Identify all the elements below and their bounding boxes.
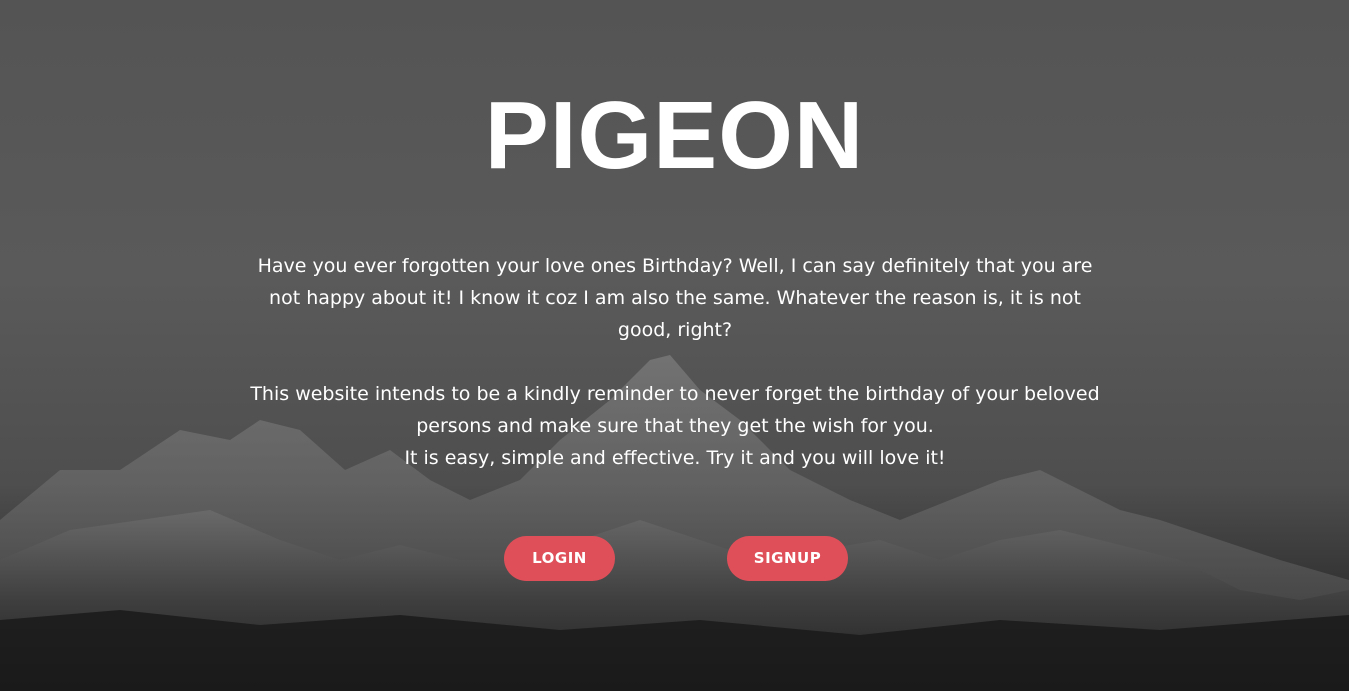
login-button[interactable]: LOGIN [504,536,615,581]
description-paragraph: This website intends to be a kindly remi… [240,378,1110,474]
description-line-1: This website intends to be a kindly remi… [250,383,1100,437]
intro-paragraph: Have you ever forgotten your love ones B… [257,255,1093,341]
site-title: PIGEON [484,82,865,189]
description-line-2: It is easy, simple and effective. Try it… [404,447,946,469]
hero-section: PIGEON Have you ever forgotten your love… [0,0,1349,691]
hero-content: PIGEON Have you ever forgotten your love… [0,0,1349,691]
signup-button[interactable]: SIGNUP [727,536,848,581]
